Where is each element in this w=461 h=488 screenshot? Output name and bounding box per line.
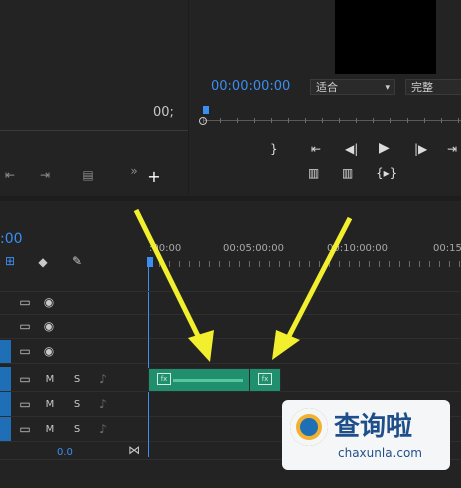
watermark-url: chaxunla.com xyxy=(338,446,422,460)
logo-mark-icon xyxy=(290,408,328,446)
arrow-2-shaft xyxy=(285,216,353,340)
arrow-1-shaft xyxy=(133,208,203,342)
watermark-title: 查询啦 xyxy=(334,412,413,442)
arrow-2-head xyxy=(272,330,300,360)
watermark-logo: 查询啦 chaxunla.com xyxy=(282,400,450,470)
arrow-1-head xyxy=(188,330,214,362)
